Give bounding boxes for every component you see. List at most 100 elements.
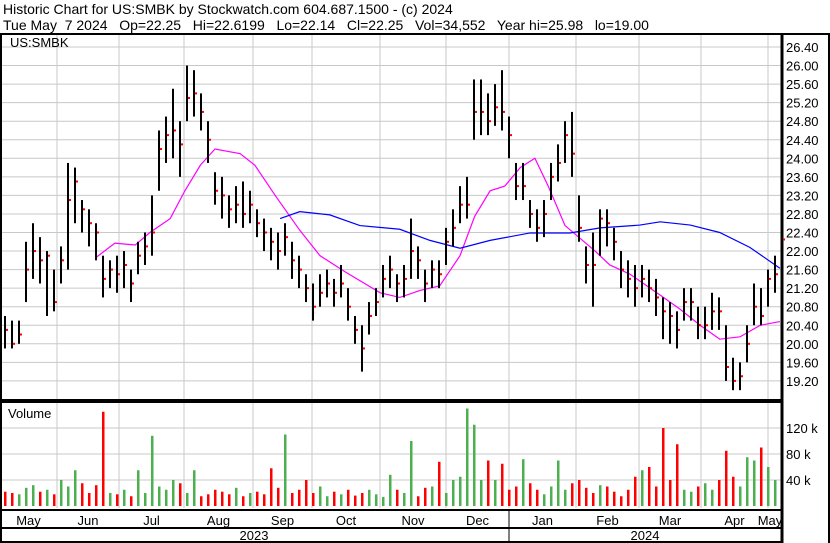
close-tick bbox=[468, 203, 470, 206]
price-tick-label: 25.60 bbox=[786, 77, 819, 92]
close-tick bbox=[419, 259, 421, 262]
price-tick-label: 23.60 bbox=[786, 170, 819, 185]
close-tick bbox=[755, 305, 757, 308]
close-tick bbox=[293, 259, 295, 262]
volume-bar bbox=[746, 457, 749, 506]
volume-bar bbox=[123, 489, 126, 506]
close-tick bbox=[167, 134, 169, 137]
close-tick bbox=[34, 250, 36, 253]
volume-bar bbox=[60, 480, 63, 506]
volume-bar bbox=[592, 493, 595, 506]
close-tick bbox=[286, 236, 288, 239]
close-tick bbox=[20, 333, 22, 336]
price-tick-label: 26.00 bbox=[786, 59, 819, 74]
volume-bar bbox=[683, 489, 686, 506]
month-label: Sep bbox=[271, 513, 294, 528]
volume-bar bbox=[438, 461, 441, 506]
volume-bar bbox=[67, 486, 70, 506]
close-tick bbox=[748, 342, 750, 345]
volume-bar bbox=[718, 480, 721, 506]
price-tick-label: 21.20 bbox=[786, 281, 819, 296]
volume-bar bbox=[459, 476, 462, 506]
month-label: Jul bbox=[143, 513, 160, 528]
close-tick bbox=[223, 194, 225, 197]
close-tick bbox=[139, 254, 141, 257]
volume-bar bbox=[137, 470, 140, 506]
volume-bar bbox=[88, 493, 91, 506]
volume-bar bbox=[151, 435, 154, 506]
price-tick-label: 22.80 bbox=[786, 207, 819, 222]
volume-bar bbox=[445, 493, 448, 506]
volume-bar bbox=[466, 408, 469, 506]
close-tick bbox=[454, 226, 456, 229]
close-tick bbox=[321, 291, 323, 294]
volume-bar bbox=[81, 483, 84, 506]
price-tick-label: 21.60 bbox=[786, 263, 819, 278]
volume-bar bbox=[634, 476, 637, 506]
volume-bar bbox=[662, 428, 665, 506]
volume-bar bbox=[368, 489, 371, 506]
volume-bar bbox=[676, 444, 679, 506]
volume-bar bbox=[354, 495, 357, 506]
close-tick bbox=[153, 231, 155, 234]
close-tick bbox=[188, 97, 190, 100]
price-tick-label: 26.40 bbox=[786, 40, 819, 55]
volume-bar bbox=[172, 480, 175, 506]
volume-bar bbox=[25, 487, 28, 506]
month-label: May bbox=[758, 513, 783, 528]
close-tick bbox=[314, 305, 316, 308]
volume-bar bbox=[767, 467, 770, 506]
close-tick bbox=[475, 110, 477, 113]
close-tick bbox=[629, 277, 631, 280]
volume-bar bbox=[207, 494, 210, 506]
volume-bar bbox=[473, 424, 476, 506]
volume-bar bbox=[389, 474, 392, 506]
volume-bar bbox=[648, 467, 651, 506]
volume-bar bbox=[32, 485, 35, 506]
close-tick bbox=[55, 301, 57, 304]
volume-bar bbox=[403, 493, 406, 506]
volume-bar bbox=[613, 491, 616, 506]
volume-bar bbox=[620, 496, 623, 506]
month-label: Jun bbox=[78, 513, 99, 528]
close-tick bbox=[356, 328, 358, 331]
close-tick bbox=[440, 273, 442, 276]
volume-bar bbox=[326, 496, 329, 506]
close-tick bbox=[111, 268, 113, 271]
volume-bar bbox=[431, 486, 434, 506]
price-tick-label: 23.20 bbox=[786, 188, 819, 203]
close-tick bbox=[636, 287, 638, 290]
volume-bar bbox=[256, 491, 259, 506]
year-label: 2024 bbox=[631, 528, 660, 543]
volume-bar bbox=[228, 494, 231, 506]
volume-bar bbox=[543, 494, 546, 506]
close-tick bbox=[503, 110, 505, 113]
close-tick bbox=[405, 277, 407, 280]
volume-bar bbox=[655, 486, 658, 506]
volume-bar bbox=[116, 494, 119, 506]
close-tick bbox=[720, 310, 722, 313]
close-tick bbox=[566, 134, 568, 137]
volume-bar bbox=[424, 487, 427, 506]
price-tick-label: 24.40 bbox=[786, 133, 819, 148]
close-tick bbox=[685, 301, 687, 304]
symbol-label: US:SMBK bbox=[10, 35, 69, 50]
volume-bar bbox=[396, 489, 399, 506]
volume-bar bbox=[74, 470, 77, 506]
close-tick bbox=[258, 222, 260, 225]
month-label: Apr bbox=[724, 513, 745, 528]
volume-bar bbox=[158, 486, 161, 506]
close-tick bbox=[132, 282, 134, 285]
price-tick-label: 20.40 bbox=[786, 318, 819, 333]
volume-bar bbox=[599, 485, 602, 506]
close-tick bbox=[524, 185, 526, 188]
month-label: Feb bbox=[596, 513, 618, 528]
close-tick bbox=[237, 203, 239, 206]
volume-bar bbox=[725, 450, 728, 506]
volume-bar bbox=[340, 494, 343, 506]
close-tick bbox=[41, 259, 43, 262]
volume-bar bbox=[536, 489, 539, 506]
volume-bar bbox=[557, 460, 560, 506]
volume-bar bbox=[732, 476, 735, 506]
close-tick bbox=[531, 212, 533, 215]
